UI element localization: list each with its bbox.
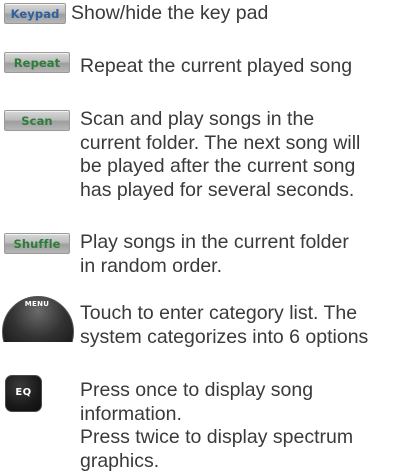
eq-button-label: EQ (15, 387, 32, 398)
description-line: information. (80, 402, 182, 425)
description-line: Press twice to display spectrum (80, 426, 354, 448)
eq-description: Press once to display song information. … (80, 379, 353, 473)
menu-button-label: MENU (24, 300, 50, 308)
description-line: graphics. (80, 449, 160, 472)
menu-description: Touch to enter category list. The system… (80, 302, 368, 349)
description-line: Show/hide the key pad (71, 2, 269, 24)
description-line: Repeat the current played song (80, 55, 353, 77)
description-line: be played after the current song (80, 155, 356, 177)
description-line: Press once to display song (80, 379, 314, 401)
scan-button[interactable]: Scan (4, 110, 70, 131)
repeat-button[interactable]: Repeat (4, 52, 70, 73)
description-line: current folder. The next song will (80, 131, 361, 154)
shuffle-button[interactable]: Shuffle (4, 233, 70, 254)
description-line: has played for several seconds. (80, 178, 355, 201)
description-line: system categorizes into 6 options (80, 325, 369, 348)
shuffle-description: Play songs in the current folder in rand… (80, 231, 349, 278)
keypad-description: Show/hide the key pad (71, 2, 268, 26)
keypad-button[interactable]: Keypad (4, 3, 66, 24)
description-line: in random order. (80, 254, 222, 277)
eq-button[interactable]: EQ (5, 375, 42, 412)
description-line: Touch to enter category list. The (80, 302, 358, 324)
description-line: Play songs in the current folder (80, 231, 349, 253)
menu-button[interactable]: MENU (0, 290, 74, 342)
description-line: Scan and play songs in the (80, 108, 315, 130)
repeat-description: Repeat the current played song (80, 55, 352, 79)
scan-description: Scan and play songs in the current folde… (80, 108, 360, 202)
